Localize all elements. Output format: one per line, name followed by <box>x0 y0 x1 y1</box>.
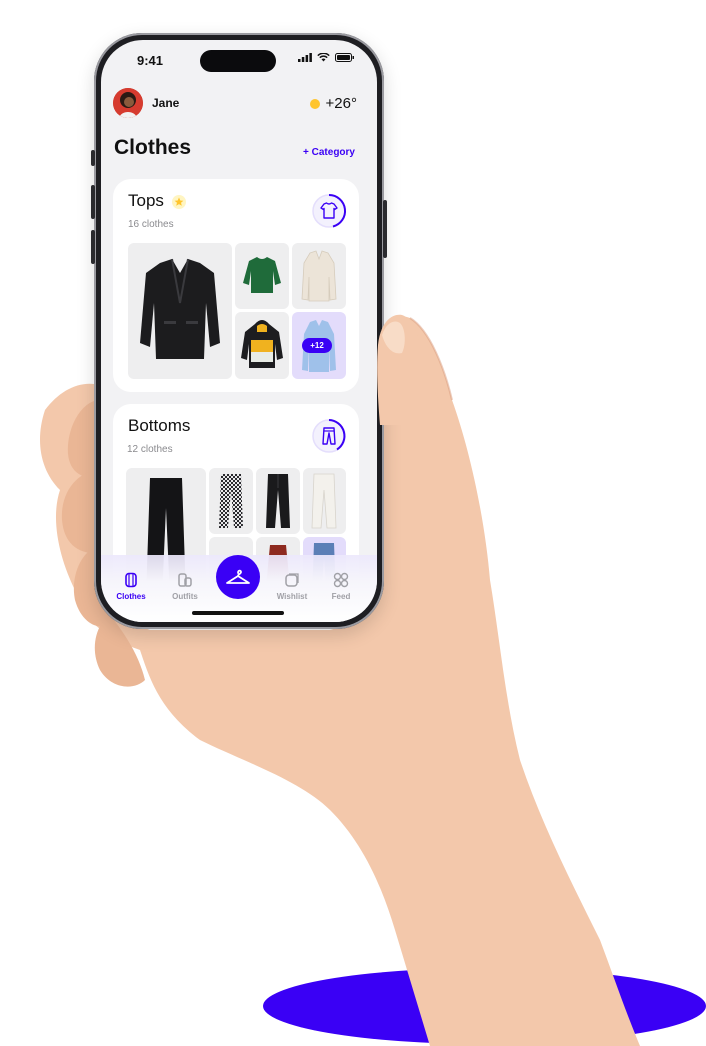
star-icon <box>172 195 186 209</box>
tab-label: Clothes <box>116 592 146 601</box>
tab-label: Wishlist <box>276 592 308 601</box>
tab-outfits[interactable]: Outfits <box>162 572 208 601</box>
outfits-icon <box>178 573 192 587</box>
hanger-icon <box>226 569 250 584</box>
battery-icon <box>335 53 354 62</box>
category-count: 12 clothes <box>127 444 173 455</box>
clothing-item-more[interactable]: +12 <box>292 312 346 379</box>
wishlist-icon <box>285 573 299 587</box>
color-block-hoodie-image <box>241 320 283 368</box>
sun-icon <box>309 98 320 109</box>
clothing-item[interactable] <box>235 243 289 309</box>
phone-volume-up <box>91 185 95 219</box>
tab-feed[interactable]: Feed <box>318 572 364 601</box>
phone-mute-switch <box>91 150 95 166</box>
phone-power-button <box>383 200 387 258</box>
clothing-item[interactable] <box>235 312 289 379</box>
signal-icon <box>298 53 312 62</box>
white-jeans-image <box>311 473 337 529</box>
category-card-tops[interactable]: Tops 16 clothes +12 <box>113 179 359 392</box>
tab-label: Outfits <box>172 592 198 601</box>
feed-grid-icon <box>333 572 349 588</box>
plaid-trousers-image <box>219 474 243 528</box>
home-indicator <box>192 611 284 615</box>
tab-wishlist[interactable]: Wishlist <box>269 572 315 601</box>
user-name[interactable]: Jane <box>152 96 179 110</box>
category-count: 16 clothes <box>128 219 174 230</box>
temperature: +26° <box>325 95 357 112</box>
clothing-item[interactable] <box>292 243 346 309</box>
trench-coat-image <box>301 250 337 302</box>
add-category-button[interactable]: + Category <box>303 147 355 158</box>
tshirt-icon[interactable] <box>311 193 347 229</box>
phone-volume-down <box>91 230 95 264</box>
leather-jacket-image <box>140 258 220 359</box>
pants-icon[interactable] <box>311 418 347 454</box>
tab-label: Feed <box>331 592 351 601</box>
status-icons <box>298 53 355 62</box>
phone-screen: 9:41 Jane +26° Clothes + Category Tops 1… <box>101 40 377 622</box>
leather-pants-image <box>266 474 290 528</box>
more-items-badge: +12 <box>302 338 332 353</box>
avatar-image <box>113 88 143 118</box>
category-title: Tops <box>128 191 164 210</box>
green-top-image <box>243 257 281 293</box>
clothes-icon <box>125 572 137 588</box>
status-time: 9:41 <box>137 53 164 68</box>
clothing-item[interactable] <box>209 468 253 534</box>
tab-bar: Clothes Outfits Wishlist Feed <box>101 555 377 622</box>
tab-clothes[interactable]: Clothes <box>108 572 154 601</box>
dynamic-island <box>200 50 276 72</box>
avatar[interactable] <box>113 88 143 118</box>
add-clothes-button[interactable] <box>216 555 260 599</box>
category-title: Bottoms <box>128 416 191 435</box>
wifi-icon <box>317 53 330 62</box>
weather-widget: +26° <box>309 95 357 112</box>
clothing-item[interactable] <box>303 468 346 534</box>
page-title: Clothes <box>114 136 192 159</box>
clothing-item[interactable] <box>256 468 300 534</box>
thumb-illustration <box>377 314 455 425</box>
clothing-item[interactable] <box>128 243 232 379</box>
